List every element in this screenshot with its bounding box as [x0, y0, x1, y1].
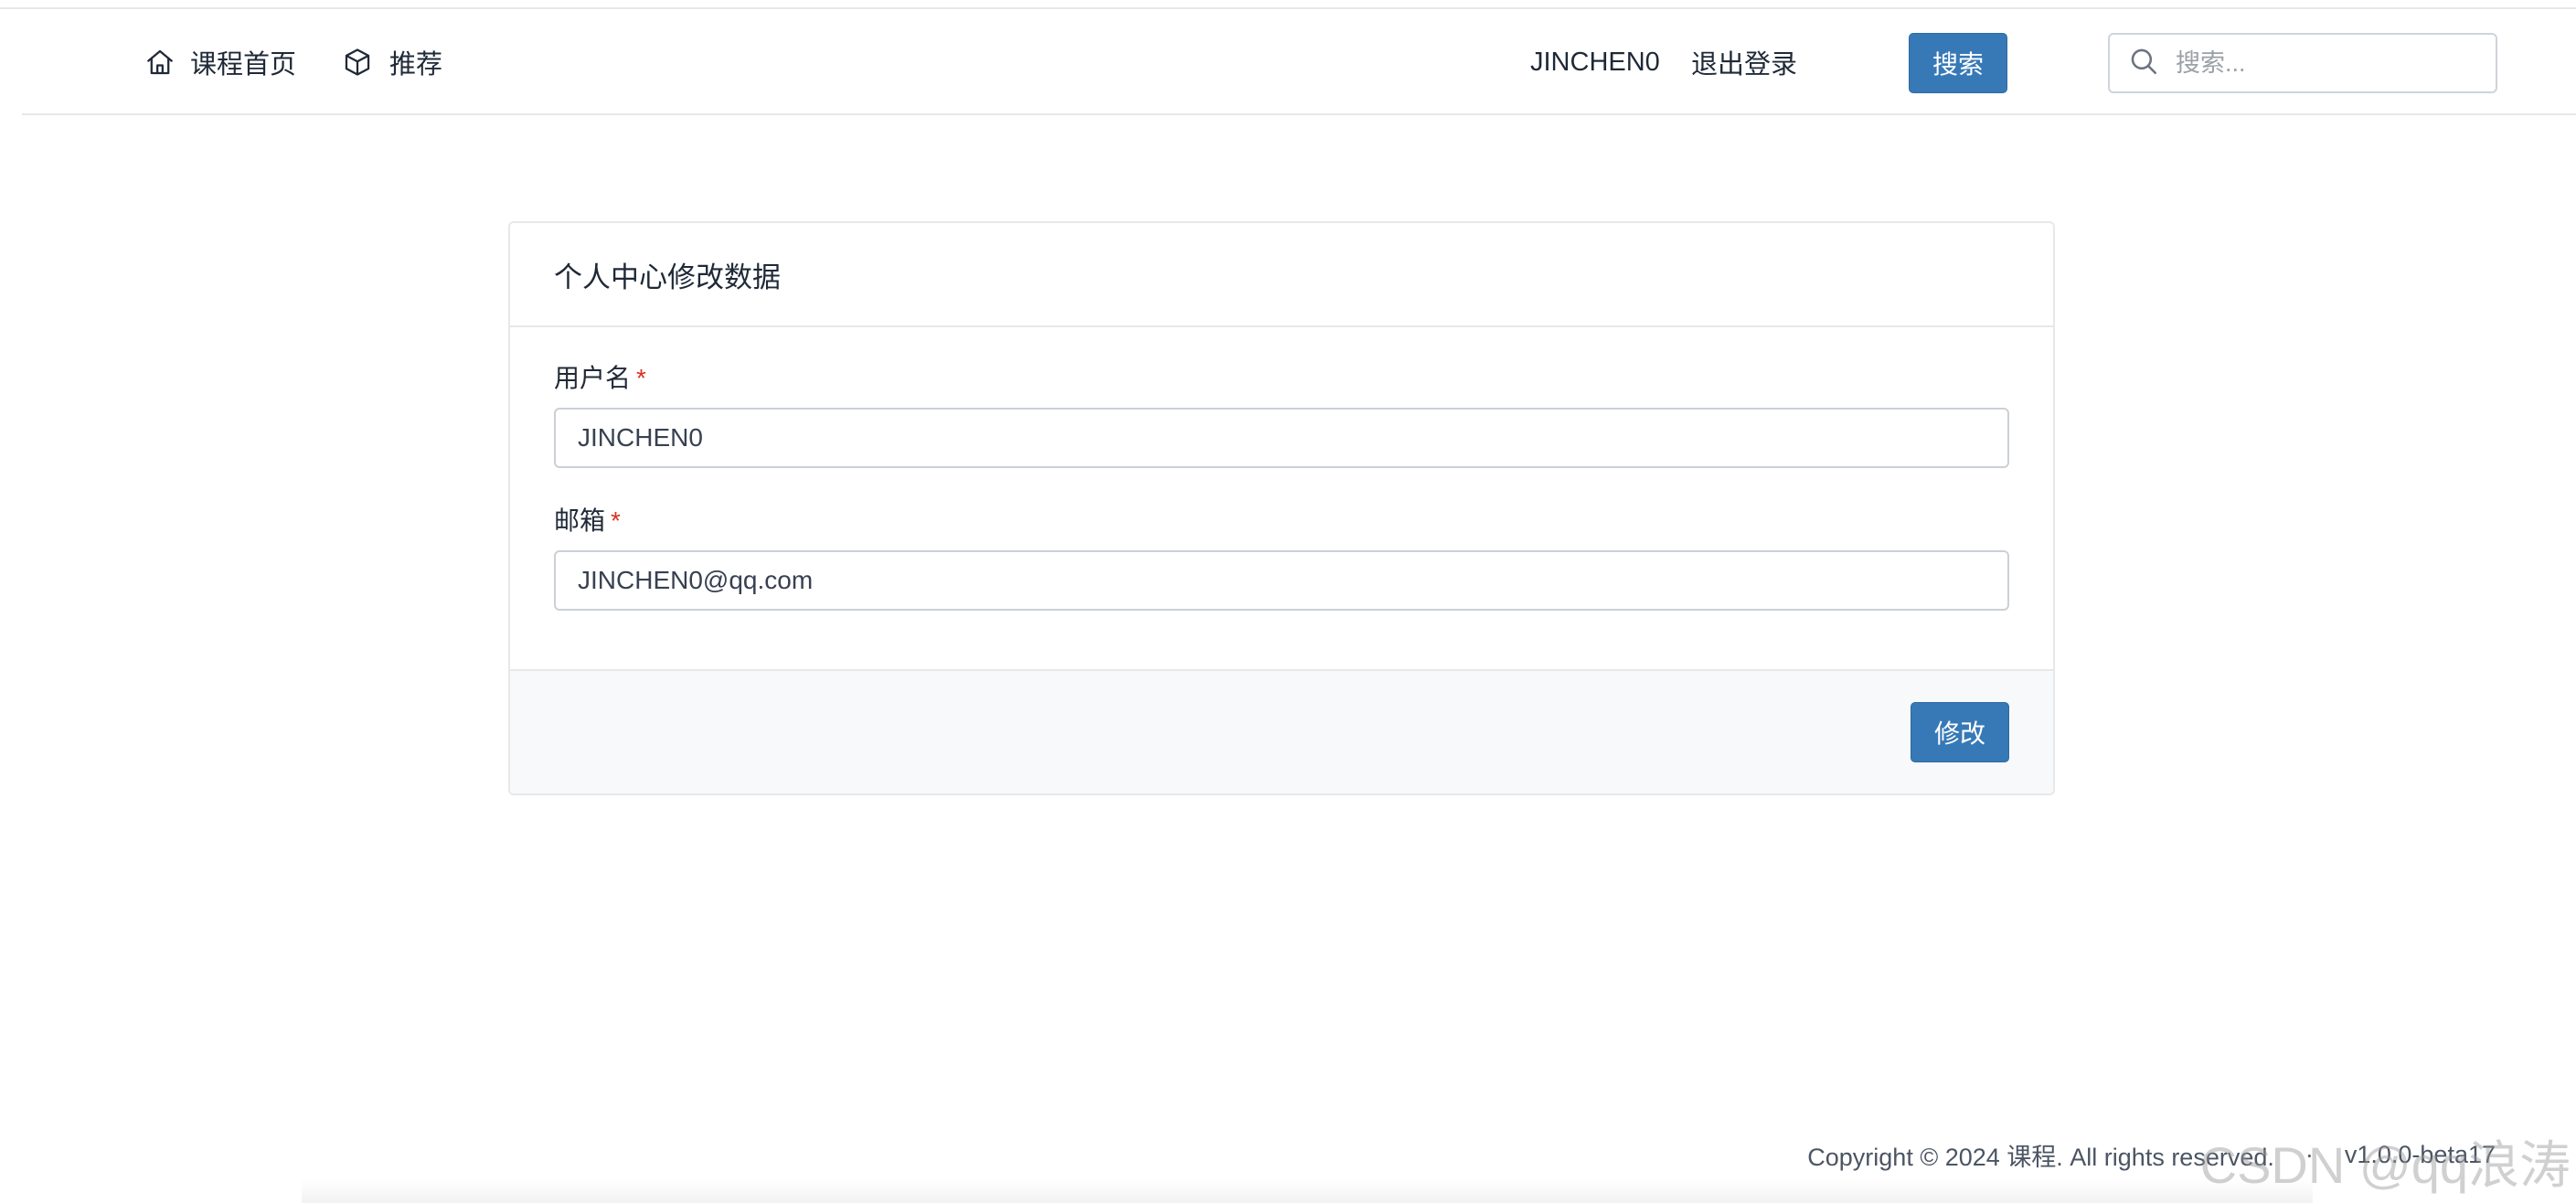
nav-home-link[interactable]: 课程首页 [144, 9, 296, 115]
search-input[interactable] [2174, 48, 2470, 79]
card-title: 个人中心修改数据 [510, 223, 2053, 327]
version-text: v1.0.0-beta17 [2344, 1141, 2496, 1168]
search-icon [2128, 46, 2159, 81]
submit-button[interactable]: 修改 [1911, 702, 2009, 762]
logout-link[interactable]: 退出登录 [1691, 9, 1797, 115]
email-field[interactable] [554, 550, 2009, 611]
required-mark: * [611, 506, 621, 535]
nav-username[interactable]: JINCHEN0 [1530, 9, 1660, 115]
page-footer: Copyright © 2024 课程. All rights reserved… [1807, 1137, 2496, 1173]
email-label-text: 邮箱 [554, 506, 606, 535]
card-footer: 修改 [510, 669, 2053, 793]
footer-separator: · [2305, 1141, 2314, 1168]
profile-edit-card: 个人中心修改数据 用户名* 邮箱* 修改 [508, 221, 2055, 795]
search-button[interactable]: 搜索 [1909, 33, 2007, 93]
nav-recommend-link[interactable]: 推荐 [342, 9, 442, 115]
bottom-shadow [302, 1179, 2313, 1203]
top-navbar: 课程首页 推荐 JINCHEN0 退出登录 搜索 [22, 9, 2576, 115]
email-label: 邮箱 * [554, 501, 621, 538]
required-mark: * [636, 364, 646, 392]
home-icon [144, 47, 176, 78]
username-field[interactable] [554, 408, 2009, 468]
username-label-text: 用户名 [554, 364, 632, 392]
username-label: 用户名 * [554, 358, 646, 395]
cube-icon [342, 47, 373, 78]
nav-home-label: 课程首页 [190, 50, 297, 80]
copyright-text: Copyright © 2024 课程. All rights reserved… [1807, 1144, 2274, 1171]
search-box [2108, 33, 2497, 93]
nav-recommend-label: 推荐 [389, 50, 443, 80]
